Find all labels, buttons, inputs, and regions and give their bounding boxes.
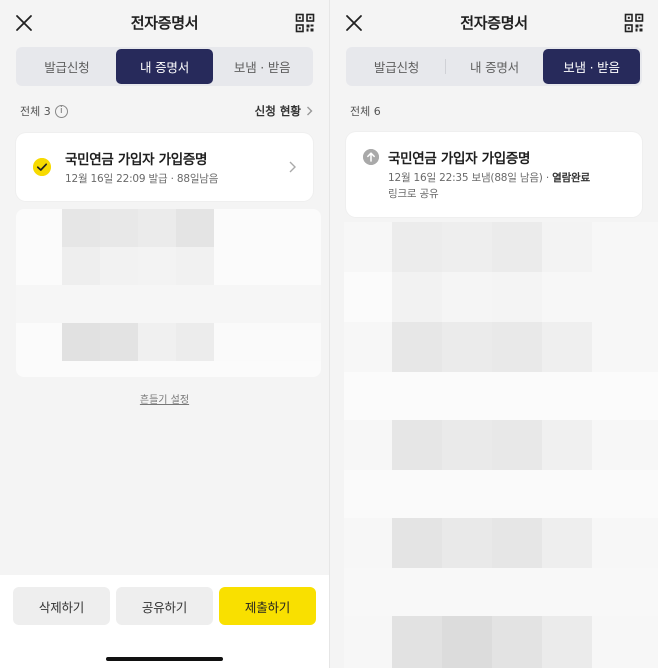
tab-sent-received[interactable]: 보냄 · 받음 <box>543 49 640 84</box>
info-icon[interactable]: i <box>54 104 68 118</box>
list-meta: 전체 6 <box>350 102 642 120</box>
submit-button[interactable]: 제출하기 <box>219 587 316 625</box>
sent-arrow-icon <box>363 149 379 165</box>
list-meta: 전체 3 i 신청 현황 <box>20 102 313 120</box>
shared-certificate-card[interactable]: 국민연금 가입자 가입증명 12월 16일 22:35 보냄(88일 남음) ·… <box>346 132 642 217</box>
blurred-content <box>16 209 321 377</box>
sent-time: 12월 16일 22:35 보냄(88일 남음) <box>388 172 543 184</box>
tab-my-certificates[interactable]: 내 증명서 <box>446 49 543 84</box>
tab-bar: 발급신청 내 증명서 보냄 · 받음 <box>16 47 313 86</box>
sent-received-screen: 전자증명서 발급신청 내 증명서 보냄 · 받음 전체 6 국민연금 가입자 가… <box>329 0 658 668</box>
certificate-card[interactable]: 국민연금 가입자 가입증명 12월 16일 22:09 발급 · 88일남음 <box>16 133 313 201</box>
certificate-name: 국민연금 가입자 가입증명 <box>388 151 531 167</box>
page-title: 전자증명서 <box>130 14 199 32</box>
total-count: 전체 3 <box>20 105 51 118</box>
share-method: 링크로 공유 <box>388 188 439 200</box>
chevron-right-icon <box>307 106 313 116</box>
chevron-right-icon <box>289 161 296 173</box>
separator: · <box>170 173 174 185</box>
certificate-details: 12월 16일 22:09 발급 · 88일남음 <box>65 171 218 186</box>
application-status-link[interactable]: 신청 현황 <box>255 103 313 119</box>
page-title: 전자증명서 <box>460 14 528 32</box>
tab-issue-request[interactable]: 발급신청 <box>18 49 116 84</box>
separator: · <box>545 172 549 184</box>
share-button[interactable]: 공유하기 <box>116 587 213 625</box>
tab-my-certificates[interactable]: 내 증명서 <box>115 49 214 84</box>
header: 전자증명서 <box>0 0 329 46</box>
my-certificates-screen: 전자증명서 발급신청 내 증명서 보냄 · 받음 전체 3 i 신청 현황 국민… <box>0 0 329 668</box>
view-status: 열람완료 <box>552 172 590 184</box>
qr-code-icon[interactable] <box>624 13 644 33</box>
delete-button[interactable]: 삭제하기 <box>13 587 110 625</box>
total-count: 전체 6 <box>350 105 381 118</box>
tab-issue-request[interactable]: 발급신청 <box>348 49 445 84</box>
tab-sent-received[interactable]: 보냄 · 받음 <box>213 49 311 84</box>
certificate-name: 국민연금 가입자 가입증명 <box>65 152 208 168</box>
certificate-details: 12월 16일 22:35 보냄(88일 남음) · 열람완료 <box>388 170 590 185</box>
blurred-content <box>344 222 658 668</box>
check-icon <box>33 158 51 176</box>
shake-setting-link[interactable]: 흔들기 설정 <box>0 391 329 406</box>
remaining-days: 88일남음 <box>176 173 219 185</box>
header: 전자증명서 <box>330 0 658 46</box>
application-status-label: 신청 현황 <box>254 104 301 118</box>
tab-bar: 발급신청 내 증명서 보냄 · 받음 <box>346 47 642 86</box>
home-indicator <box>106 657 223 661</box>
issued-time: 12월 16일 22:09 발급 <box>65 173 168 185</box>
qr-code-icon[interactable] <box>295 13 315 33</box>
action-bar: 삭제하기 공유하기 제출하기 <box>0 575 329 668</box>
